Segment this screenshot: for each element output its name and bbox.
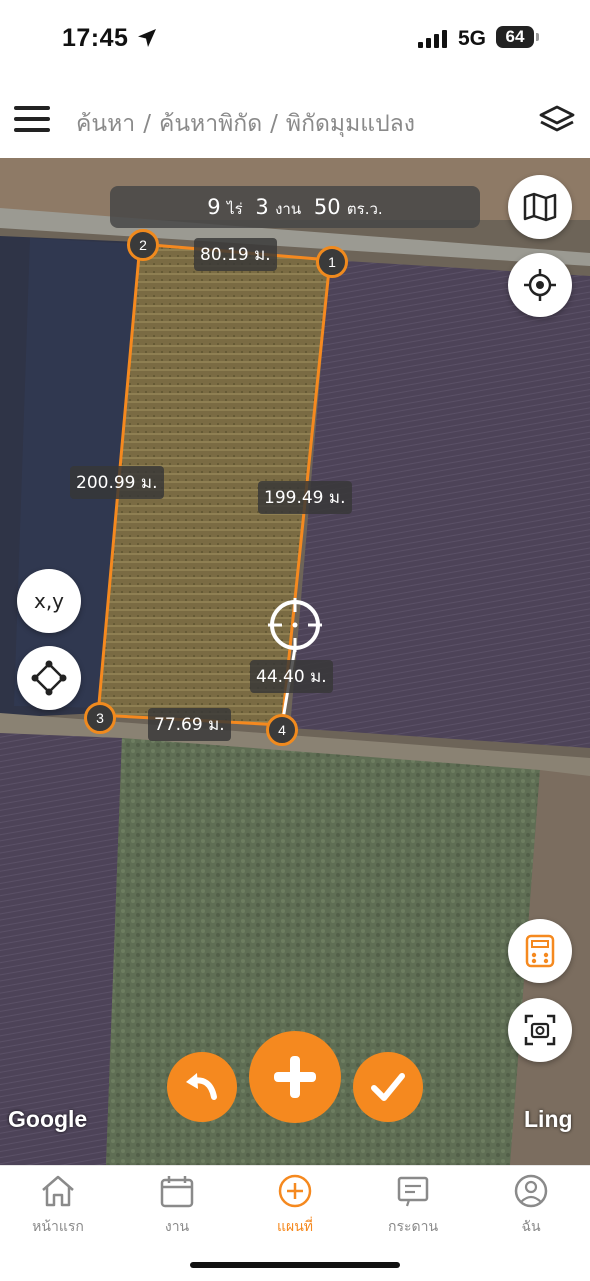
measure-top: 80.19 ม. bbox=[194, 238, 277, 271]
top-bar: ค้นหา / ค้นหาพิกัด / พิกัดมุมแปลง bbox=[0, 80, 590, 158]
area-ngan-value: 3 bbox=[255, 195, 269, 219]
signal-icon bbox=[418, 30, 447, 48]
breadcrumb-corner-coordinates: พิกัดมุมแปลง bbox=[285, 111, 416, 137]
vertex-marker[interactable]: 1 bbox=[316, 246, 348, 278]
undo-button[interactable] bbox=[167, 1052, 237, 1122]
add-point-button[interactable] bbox=[249, 1031, 341, 1123]
measure-cursor: 44.40 ม. bbox=[250, 660, 333, 693]
user-icon bbox=[514, 1174, 548, 1208]
confirm-button[interactable] bbox=[353, 1052, 423, 1122]
menu-icon[interactable] bbox=[14, 106, 50, 134]
battery-icon: 64 bbox=[496, 26, 534, 48]
polygon-mode-button[interactable] bbox=[17, 646, 81, 710]
plus-icon bbox=[274, 1056, 316, 1098]
calculator-button[interactable] bbox=[508, 919, 572, 983]
breadcrumb-search[interactable]: ค้นหา bbox=[76, 111, 135, 137]
map-icon bbox=[523, 192, 557, 222]
plus-circle-icon bbox=[278, 1174, 312, 1208]
vertex-marker[interactable]: 3 bbox=[84, 702, 116, 734]
home-icon bbox=[42, 1175, 74, 1207]
area-rai-unit: ไร่ bbox=[227, 200, 243, 218]
vertex-marker[interactable]: 2 bbox=[127, 229, 159, 261]
breadcrumb-coordinate-search[interactable]: ค้นหาพิกัด bbox=[159, 111, 262, 137]
screenshot-button[interactable] bbox=[508, 998, 572, 1062]
measure-left: 200.99 ม. bbox=[70, 466, 164, 499]
target-icon bbox=[524, 269, 556, 301]
calendar-icon bbox=[160, 1176, 194, 1208]
vertex-marker[interactable]: 4 bbox=[266, 714, 298, 746]
home-indicator bbox=[190, 1262, 400, 1268]
xy-coordinate-button[interactable]: x,y bbox=[17, 569, 81, 633]
tab-map-label: แผนที่ bbox=[276, 1219, 314, 1235]
area-ngan-unit: งาน bbox=[275, 200, 302, 218]
calculator-icon bbox=[525, 934, 555, 968]
status-time: 17:45 bbox=[62, 24, 129, 52]
polygon-icon bbox=[31, 660, 67, 696]
area-wa-unit: ตร.ว. bbox=[346, 200, 383, 218]
tab-work[interactable]: งาน bbox=[127, 1174, 227, 1238]
breadcrumb-separator: / bbox=[143, 111, 151, 137]
breadcrumb-separator: / bbox=[270, 111, 278, 137]
tab-map[interactable]: แผนที่ bbox=[245, 1174, 345, 1238]
area-rai-value: 9 bbox=[207, 195, 221, 219]
google-watermark: Google bbox=[8, 1106, 88, 1132]
tab-home-label: หน้าแรก bbox=[32, 1219, 84, 1235]
tab-home[interactable]: หน้าแรก bbox=[8, 1174, 108, 1238]
breadcrumb: ค้นหา / ค้นหาพิกัด / พิกัดมุมแปลง bbox=[76, 106, 415, 142]
undo-icon bbox=[186, 1073, 217, 1100]
camera-icon bbox=[524, 1014, 556, 1046]
tab-board[interactable]: กระดาน bbox=[363, 1174, 463, 1238]
tab-board-label: กระดาน bbox=[387, 1219, 439, 1235]
area-summary: 9 ไร่ 3 งาน 50 ตร.ว. bbox=[110, 186, 480, 228]
battery-tip bbox=[536, 33, 539, 41]
map-type-button[interactable] bbox=[508, 175, 572, 239]
board-icon bbox=[397, 1176, 429, 1207]
map-view[interactable]: 9 ไร่ 3 งาน 50 ตร.ว. 80.19 ม. 200.99 ม. … bbox=[0, 158, 590, 1165]
location-arrow-icon bbox=[138, 29, 156, 47]
xy-label: x,y bbox=[33, 589, 65, 613]
my-location-button[interactable] bbox=[508, 253, 572, 317]
status-bar: 17:45 5G 64 bbox=[0, 0, 590, 80]
measure-right: 199.49 ม. bbox=[258, 481, 352, 514]
network-type: 5G bbox=[458, 27, 487, 50]
tab-me-label: ฉัน bbox=[521, 1219, 541, 1235]
tab-me[interactable]: ฉัน bbox=[481, 1174, 581, 1238]
ling-watermark: Ling bbox=[524, 1106, 573, 1132]
layers-icon[interactable] bbox=[538, 104, 576, 136]
tab-work-label: งาน bbox=[164, 1219, 190, 1235]
measure-bottom: 77.69 ม. bbox=[148, 708, 231, 741]
check-icon bbox=[371, 1073, 405, 1101]
area-wa-value: 50 bbox=[313, 195, 341, 219]
